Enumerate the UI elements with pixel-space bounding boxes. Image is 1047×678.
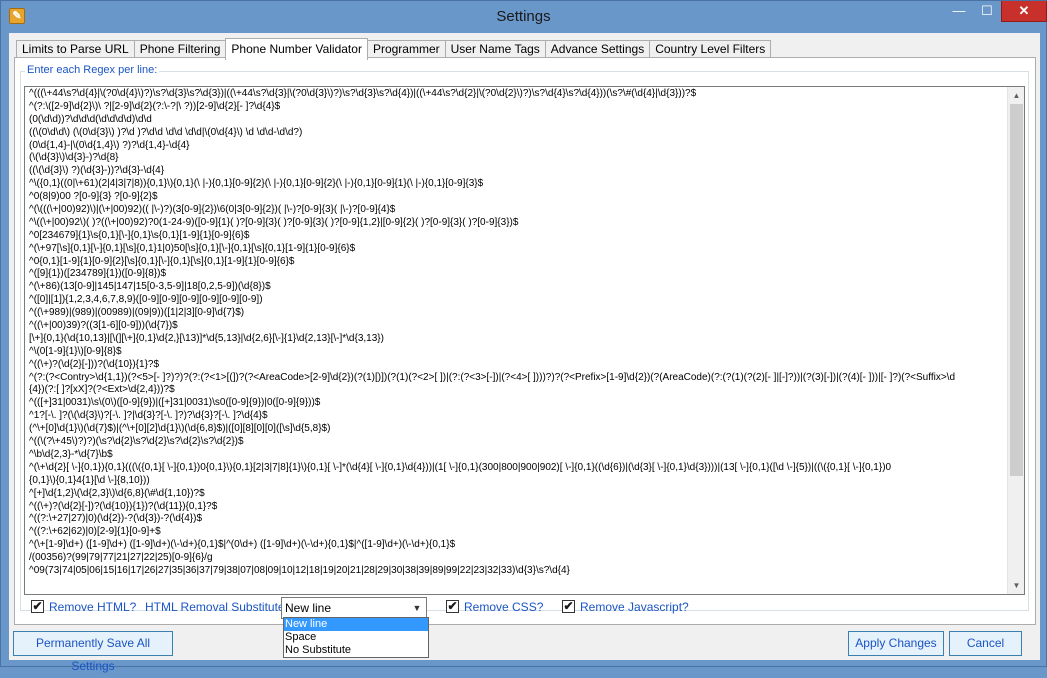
cancel-button[interactable]: Cancel [949,631,1022,656]
regex-line: ^(\+\d{2}[ \-]{0,1}){0,1}(((\({0,1}[ \-]… [29,461,892,473]
save-all-settings-button[interactable]: Permanently Save All Settings [13,631,173,673]
regex-line: ^0{0,1}[1-9]{1}[0-9]{2}[\s]{0,1}[\-]{0,1… [29,255,295,267]
regex-line: ^((\(?\+45\)?)?)(\s?\d{2}\s?\d{2}\s?\d{2… [29,436,244,448]
regex-line: ^((?:\+27|27)|0)(\d{2})-?(\d{3})-?(\d{4}… [29,513,203,525]
regex-line: ^(\+[1-9]\d+) ([1-9]\d+) ([1-9]\d+)(\-\d… [29,539,456,551]
regex-line: ^09(73|74|05|06|15|16|17|26|27|35|36|37|… [29,564,570,576]
regex-textarea[interactable]: ^(((\+44\s?\d{4}|\(?0\d{4}\)?)\s?\d{3}\s… [24,86,1025,595]
client-area: Limits to Parse URL Phone Filtering Phon… [9,33,1040,673]
regex-line: (0(\d\d))?\d\d\d(\d\d\d\d)\d\d [29,113,152,125]
regex-line: /(00356)?(99|79|77|21|27|22|25)[0-9]{6}/… [29,552,213,564]
regex-line: ((\(0\d\d\) (\(0\d{3}\) )?\d )?\d\d \d\d… [29,126,303,138]
regex-line: ^1?[-\. ]?(\(\d{3}\)?[-\. ]?|\d{3}?[-\. … [29,410,268,422]
regex-line: ^(\+97[\s]{0,1}[\-]{0,1}[\s]{0,1}1|0)50[… [29,242,356,254]
maximize-button[interactable]: ☐ [973,1,1001,22]
scroll-down-arrow-icon[interactable]: ▼ [1008,577,1024,594]
regex-line: ^((\+989)|(989)|(00989)|(09|9))([1|2|3][… [29,307,245,319]
tab-phone-number-validator[interactable]: Phone Number Validator [225,38,368,60]
window-title: Settings [496,8,551,25]
regex-line: ^(\(((\+|00)92)\)|(\+|00)92)(( |\-)?)(3[… [29,204,396,216]
regex-line: ^(?:(?<Contry>\d{1,1})(?<5>[- ]?)?)?(?:(… [29,371,956,383]
remove-css-checkbox[interactable]: ✔ [446,600,459,613]
regex-line: ^\({0,1}((0|\+61)(2|4|3|7|8)){0,1}\){0,1… [29,178,484,190]
regex-line: ^((?:\+62|62)|0)[2-9]{1}[0-9]+$ [29,526,161,538]
regex-line: ^((\+)?(\d{2}[-])?(\d{10}){1})?(\d{11}){… [29,500,218,512]
dropdown-option-space[interactable]: Space [284,631,428,644]
regex-line: ^0[234679]{1}\s{0,1}[\-]{0,1}\s{0,1}[1-9… [29,229,250,241]
regex-line: ^([9]{1})([234789]{1})([0-9]{8})$ [29,268,167,280]
scroll-thumb[interactable] [1010,104,1023,476]
substitute-selected-value: New line [285,601,332,615]
vertical-scrollbar[interactable]: ▲ ▼ [1007,87,1024,594]
minimize-button[interactable]: — [945,1,973,22]
regex-line: ((\(\d{3}\) ?)(\d{3}-))?\d{3}-\d{4} [29,165,165,177]
remove-html-checkbox[interactable]: ✔ [31,600,44,613]
apply-changes-button[interactable]: Apply Changes [848,631,944,656]
regex-line: ^\b\d{2,3}-*\d{7}\b$ [29,448,113,460]
chevron-down-icon[interactable]: ▼ [411,598,423,618]
regex-line: (0\d{1,4}-|\(0\d{1,4}\) ?)?\d{1,4}-\d{4} [29,139,190,151]
substitute-dropdown-list[interactable]: New line Space No Substitute [283,617,429,658]
regex-line: ^([0]|[1]){1,2,3,4,6,7,8,9}([0-9][0-9][0… [29,294,263,306]
regex-line: ^(?:\([2-9]\d{2}\)\ ?|[2-9]\d{2}(?:\-?|\… [29,100,281,112]
regex-line: {0,1}\){0,1}4{1}[\d \-]{8,10})) [29,474,150,486]
regex-line: {4})(?:[ ]?[xX]?(?<Ext>\d{2,4}))?$ [29,384,175,396]
regex-line: ^0(8|9)00 ?[0-9]{3} ?[0-9]{2}$ [29,191,158,203]
regex-line: ^(((\+44\s?\d{4}|\(?0\d{4}\)?)\s?\d{3}\s… [29,88,697,99]
remove-css-label[interactable]: Remove CSS? [464,600,543,614]
substitute-select[interactable]: New line ▼ [281,597,427,619]
regex-line: ^\(0[1-9]{1}\)[0-9]{8}$ [29,345,122,357]
title-bar[interactable]: ✎ Settings — ☐ ✕ [1,1,1047,33]
regex-group: Enter each Regex per line: ^(((\+44\s?\d… [20,64,1029,611]
close-button[interactable]: ✕ [1001,1,1047,22]
settings-window: ✎ Settings — ☐ ✕ Limits to Parse URL Pho… [0,0,1047,673]
tab-panel: Enter each Regex per line: ^(((\+44\s?\d… [14,57,1036,625]
scroll-up-arrow-icon[interactable]: ▲ [1008,87,1024,104]
remove-javascript-label[interactable]: Remove Javascript? [580,600,689,614]
dropdown-option-no-substitute[interactable]: No Substitute [284,644,428,657]
regex-line: ^((\+|00)39)?((3[1-6][0-9]))(\d{7})$ [29,320,178,332]
options-row: ✔ Remove HTML? HTML Removal Substitute: … [9,597,1040,619]
regex-line: (\(\d{3}\)\d{3}-)?\d{8} [29,152,119,164]
remove-javascript-checkbox[interactable]: ✔ [562,600,575,613]
remove-html-label[interactable]: Remove HTML? [49,600,136,614]
regex-line: ^((\+)?(\d{2}[-]))?(\d{10}){1}?$ [29,358,160,370]
regex-line: ^\((\+|00)92\)( )?((\+|00)92)?0(1-24-9)(… [29,216,519,228]
regex-line: ^(\+86)(13[0-9]|145|147|15[0-3,5-9]|18[0… [29,281,271,293]
regex-line: ^(([+]31|0031)\s\(0\)([0-9]{9})|([+]31|0… [29,397,321,409]
regex-line: ^[+]\d{1,2}\(\d{2,3}\)\d{6,8}(\#\d{1,10}… [29,487,205,499]
dropdown-option-new-line[interactable]: New line [284,618,428,631]
regex-line: [\+]{0,1}(\d{10,13}|[\(][\+]{0,1}\d{2,}[… [29,332,384,344]
regex-text[interactable]: ^(((\+44\s?\d{4}|\(?0\d{4}\)?)\s?\d{3}\s… [29,88,1005,594]
tab-strip: Limits to Parse URL Phone Filtering Phon… [16,38,772,60]
regex-line: (^\+[0]\d{1}\)(\d{7}$)|(^\+[0][2]\d{1}\)… [29,423,331,435]
substitute-label: HTML Removal Substitute: [145,600,288,614]
regex-group-label: Enter each Regex per line: [25,64,160,76]
